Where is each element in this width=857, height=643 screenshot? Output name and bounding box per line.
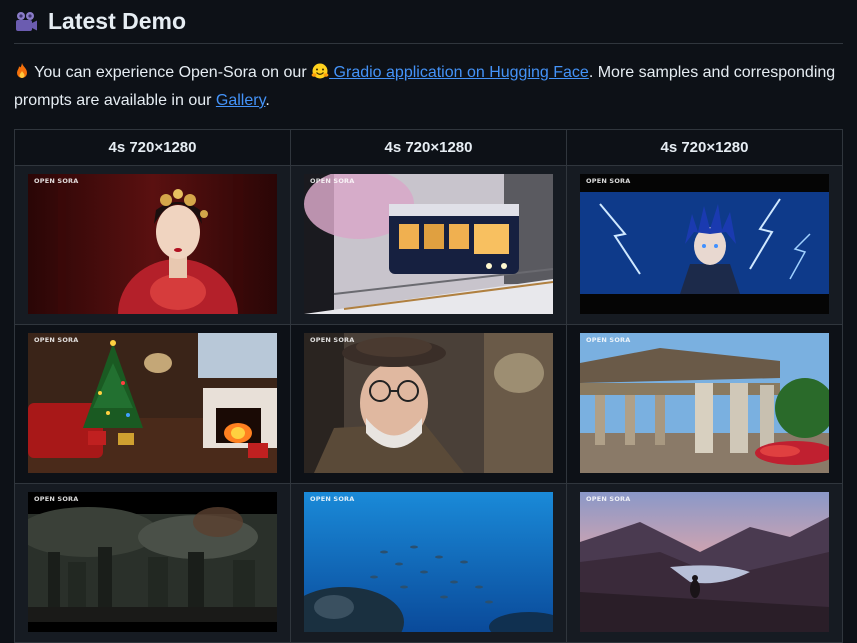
open-sora-watermark: OPEN SORA [34,495,79,503]
open-sora-watermark: OPEN SORA [586,495,631,503]
video-thumbnail-underwater-fish[interactable]: OPEN SORA [304,492,553,632]
video-thumbnail-anime-lightning-warrior[interactable]: OPEN SORA [580,174,829,314]
column-header: 4s 720×1280 [290,129,567,166]
table-cell: OPEN SORA [290,165,567,325]
video-thumbnail-woman-in-red-costume[interactable]: OPEN SORA [28,174,277,314]
table-cell: OPEN SORA [566,483,843,643]
hugging-face-icon [311,63,329,88]
table-row: OPEN SORA OPEN SORA OPEN SORA [14,165,843,325]
column-header: 4s 720×1280 [566,129,843,166]
intro-text-3: . [265,92,270,109]
section-title: Latest Demo [48,8,187,34]
demo-table: 4s 720×1280 4s 720×1280 4s 720×1280 OPEN… [14,129,843,643]
gradio-link-text: Gradio application on Hugging Face [333,64,589,81]
video-thumbnail-tram-in-snow[interactable]: OPEN SORA [304,174,553,314]
gallery-link[interactable]: Gallery [216,92,266,109]
table-header-row: 4s 720×1280 4s 720×1280 4s 720×1280 [14,129,843,166]
gradio-hugging-face-link[interactable]: Gradio application on Hugging Face [311,63,589,81]
section-heading: Latest Demo [14,6,843,44]
fire-icon [14,62,30,88]
video-thumbnail-christmas-living-room[interactable]: OPEN SORA [28,333,277,473]
table-cell: OPEN SORA [290,324,567,484]
table-row: OPEN SORA OPEN SORA OPEN SORA [14,324,843,484]
open-sora-watermark: OPEN SORA [310,336,355,344]
video-thumbnail-smoky-ruined-city[interactable]: OPEN SORA [28,492,277,632]
open-sora-watermark: OPEN SORA [310,495,355,503]
intro-paragraph: You can experience Open-Sora on our Grad… [14,60,843,113]
column-header: 4s 720×1280 [14,129,291,166]
table-cell: OPEN SORA [14,324,291,484]
table-cell: OPEN SORA [566,324,843,484]
table-cell: OPEN SORA [14,165,291,325]
readme-section: Latest Demo You can experience Open-Sora… [0,0,857,643]
open-sora-watermark: OPEN SORA [586,177,631,185]
video-thumbnail-old-man-with-glasses[interactable]: OPEN SORA [304,333,553,473]
table-cell: OPEN SORA [14,483,291,643]
video-thumbnail-ancient-temple-ruins[interactable]: OPEN SORA [580,333,829,473]
film-camera-icon [14,11,38,33]
table-row: OPEN SORA OPEN SORA OPEN SORA [14,483,843,643]
video-thumbnail-mountain-lake-sunset[interactable]: OPEN SORA [580,492,829,632]
open-sora-watermark: OPEN SORA [34,177,79,185]
intro-text-1: You can experience Open-Sora on our [34,64,307,81]
open-sora-watermark: OPEN SORA [310,177,355,185]
open-sora-watermark: OPEN SORA [34,336,79,344]
table-cell: OPEN SORA [566,165,843,325]
table-cell: OPEN SORA [290,483,567,643]
open-sora-watermark: OPEN SORA [586,336,631,344]
